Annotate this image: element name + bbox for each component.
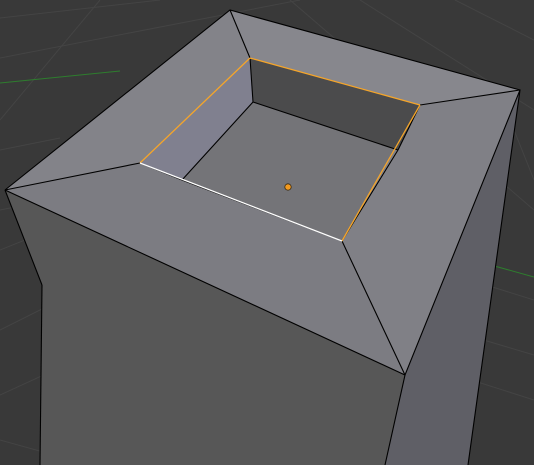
viewport-canvas[interactable]: [0, 0, 534, 465]
3d-viewport[interactable]: [0, 0, 534, 465]
object-origin-dot[interactable]: [284, 183, 292, 191]
